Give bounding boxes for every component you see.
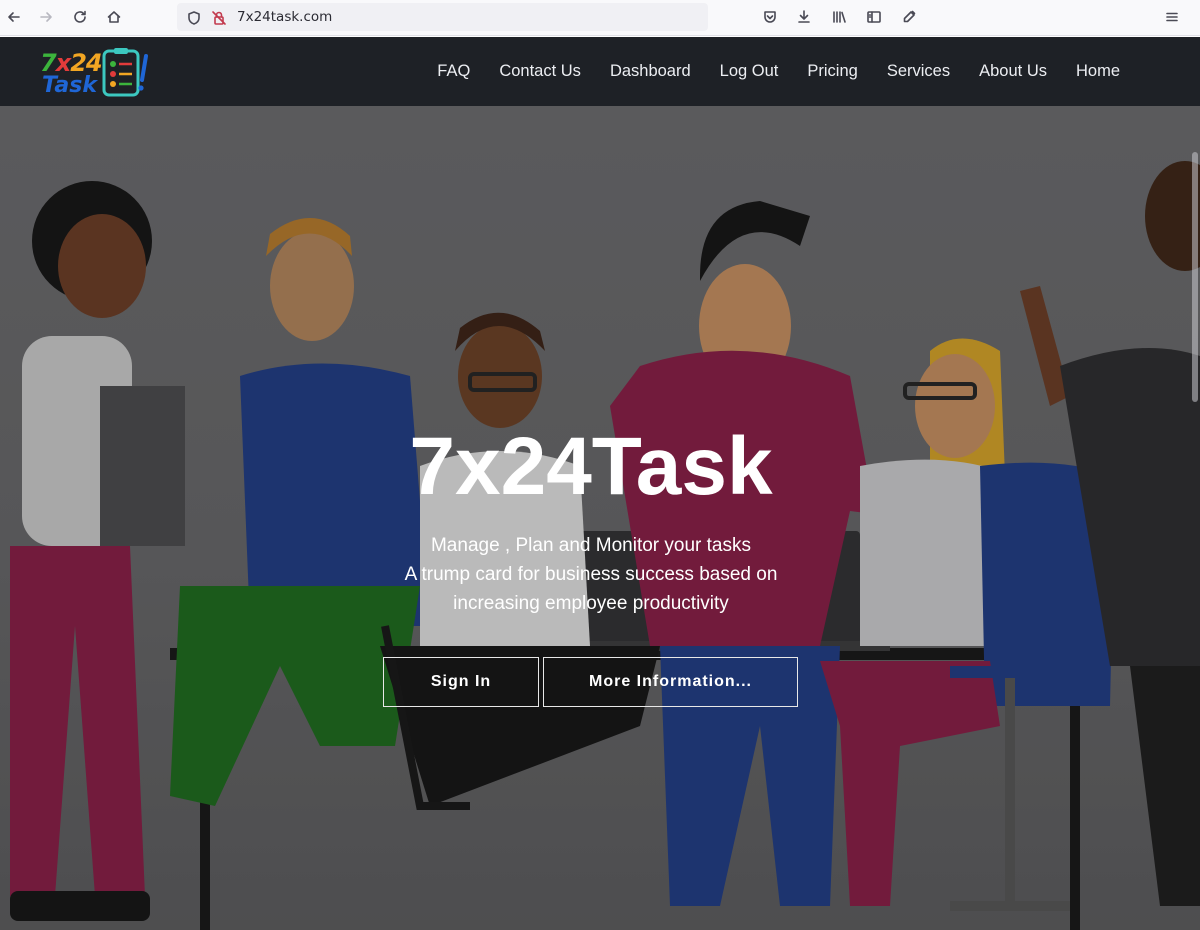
- page-scrollbar[interactable]: [1190, 106, 1200, 930]
- home-icon[interactable]: [105, 8, 123, 26]
- nav-faq[interactable]: FAQ: [437, 62, 470, 81]
- hero-section: 7x24Task Manage , Plan and Monitor your …: [0, 106, 1200, 930]
- nav-contact-us[interactable]: Contact Us: [499, 62, 581, 81]
- nav-links: FAQ Contact Us Dashboard Log Out Pricing…: [408, 37, 1120, 106]
- url-bar[interactable]: 7x24task.com: [177, 3, 708, 31]
- scrollbar-thumb[interactable]: [1192, 152, 1198, 402]
- nav-log-out[interactable]: Log Out: [720, 62, 779, 81]
- nav-pricing[interactable]: Pricing: [807, 62, 857, 81]
- sidebar-icon[interactable]: [865, 8, 883, 26]
- download-icon[interactable]: [795, 8, 813, 26]
- site-navbar: 7x24 Task FAQ Contact Us Dashboard Log O…: [0, 37, 1200, 106]
- eyedropper-icon[interactable]: [900, 8, 918, 26]
- insecure-lock-icon[interactable]: [210, 9, 228, 27]
- hero-subtitle-line-1: Manage , Plan and Monitor your tasks: [430, 535, 751, 556]
- nav-about-us[interactable]: About Us: [979, 62, 1047, 81]
- hero-overlay: [0, 106, 1200, 930]
- nav-home[interactable]: Home: [1076, 62, 1120, 81]
- url-text[interactable]: 7x24task.com: [237, 9, 332, 25]
- logo-text-bottom: Task: [42, 73, 97, 98]
- checklist-icon: [102, 48, 148, 97]
- hero-title: 7x24Task: [409, 421, 773, 512]
- forward-arrow-icon[interactable]: [37, 8, 55, 26]
- shield-icon[interactable]: [185, 9, 203, 27]
- hero-subtitle-line-3: increasing employee productivity: [453, 593, 729, 614]
- pocket-icon[interactable]: [761, 8, 779, 26]
- reload-icon[interactable]: [71, 8, 89, 26]
- hero-subtitle-line-2: A trump card for business success based …: [404, 564, 778, 585]
- nav-dashboard[interactable]: Dashboard: [610, 62, 691, 81]
- back-arrow-icon[interactable]: [5, 8, 23, 26]
- more-information-button[interactable]: More Information...: [543, 657, 798, 707]
- menu-icon[interactable]: [1163, 8, 1181, 26]
- sign-in-button[interactable]: Sign In: [383, 657, 539, 707]
- browser-toolbar: 7x24task.com: [0, 0, 1200, 36]
- nav-services[interactable]: Services: [887, 62, 950, 81]
- library-icon[interactable]: [830, 8, 848, 26]
- site-logo[interactable]: 7x24 Task: [36, 44, 156, 100]
